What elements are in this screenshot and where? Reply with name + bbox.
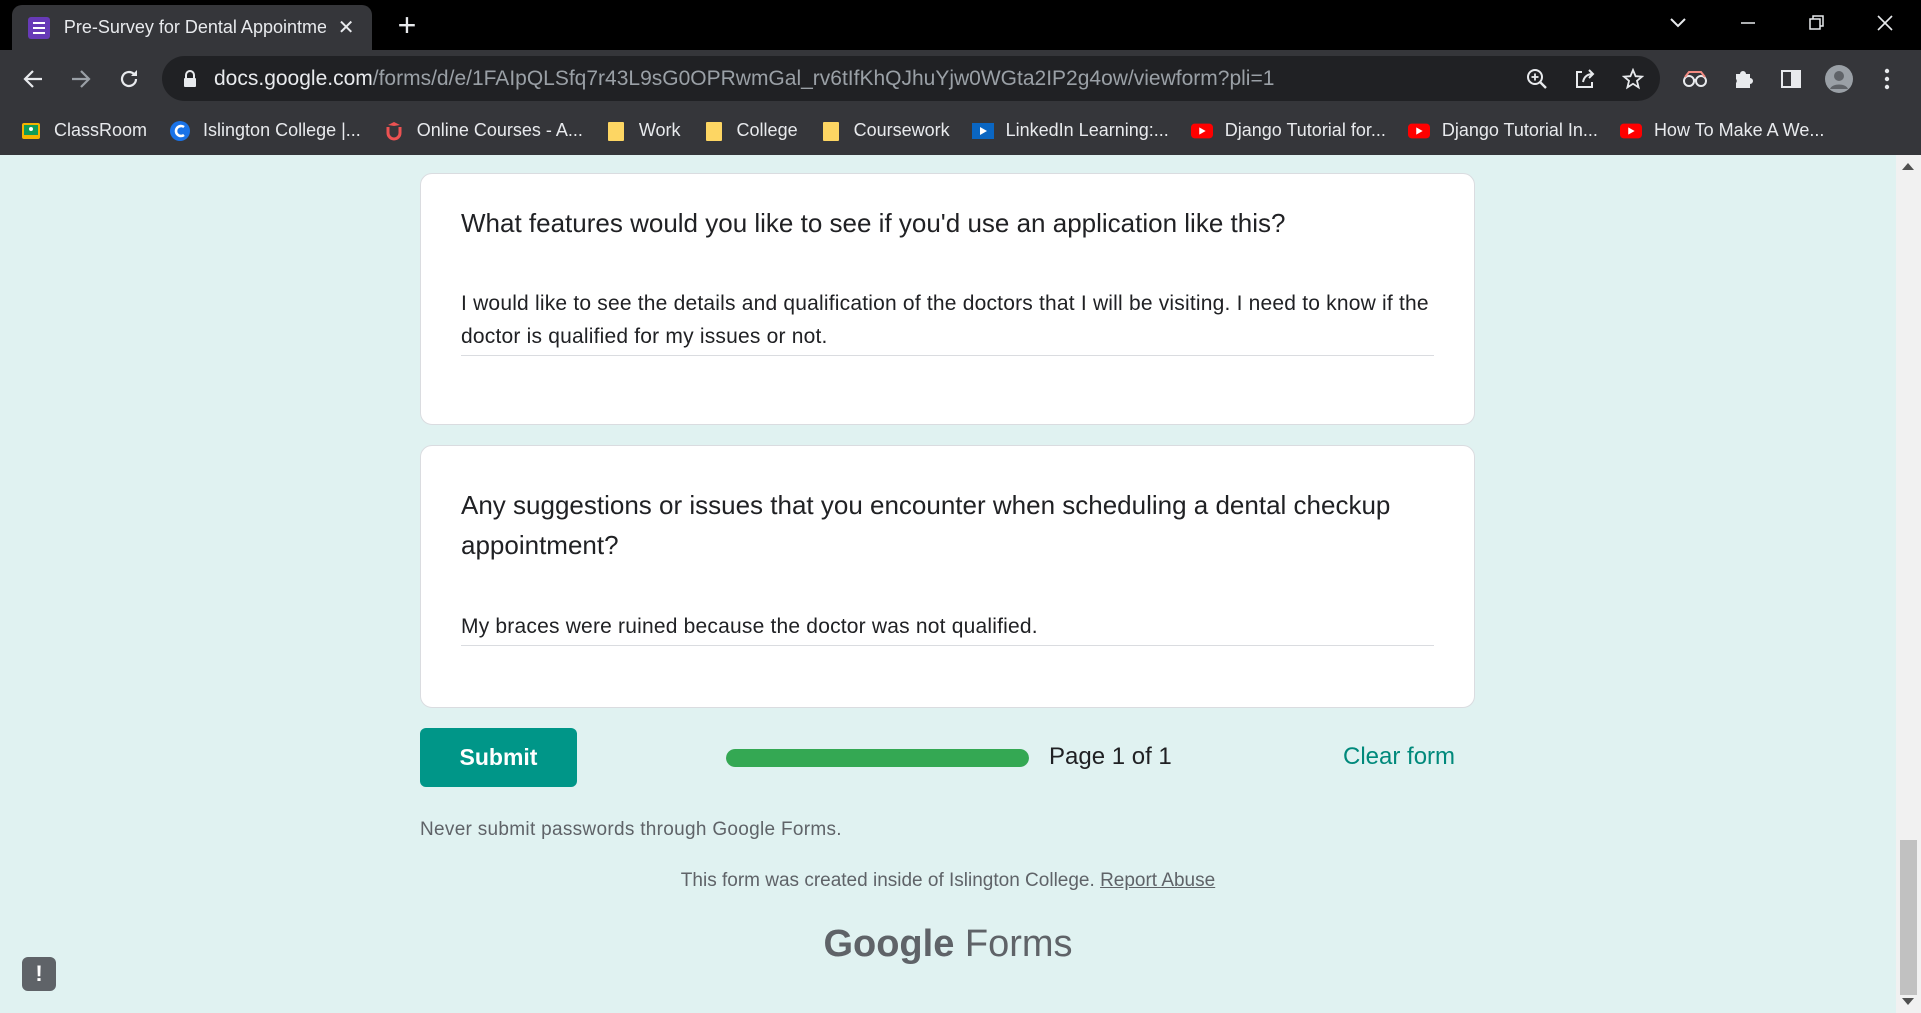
bookmark-item[interactable]: Work — [605, 120, 681, 142]
bookmark-item[interactable]: LinkedIn Learning:... — [971, 120, 1169, 142]
answer-textarea[interactable]: I would like to see the details and qual… — [461, 287, 1434, 356]
bookmark-item[interactable]: College — [703, 120, 798, 142]
brand-forms: Forms — [954, 923, 1073, 965]
bookmark-label: Islington College |... — [203, 120, 361, 140]
scrollbar[interactable] — [1896, 155, 1921, 1013]
progress-bar — [726, 749, 1029, 767]
bookmark-label: Work — [638, 120, 681, 140]
bookmark-star-icon[interactable] — [1616, 62, 1650, 96]
lock-icon[interactable] — [180, 68, 200, 90]
scroll-up-arrow-icon[interactable] — [1902, 163, 1914, 170]
google-forms-favicon-icon — [28, 16, 50, 39]
bookmark-label: Coursework — [853, 120, 950, 140]
scrollbar-thumb[interactable] — [1900, 840, 1917, 995]
question-title: Any suggestions or issues that you encou… — [461, 490, 1391, 560]
folder-icon — [703, 120, 725, 142]
question-card: Any suggestions or issues that you encou… — [420, 445, 1475, 708]
address-bar[interactable]: docs.google.com/forms/d/e/1FAIpQLSfq7r43… — [162, 56, 1660, 101]
back-arrow-icon[interactable] — [16, 62, 50, 96]
restore-icon[interactable] — [1800, 6, 1834, 40]
bookmark-item[interactable]: Online Courses - A... — [383, 120, 583, 142]
menu-kebab-icon[interactable] — [1870, 62, 1904, 96]
bookmark-item[interactable]: ClassRoom — [20, 120, 147, 142]
form-page: What features would you like to see if y… — [0, 155, 1896, 1013]
created-notice: This form was created inside of Islingto… — [0, 870, 1896, 892]
youtube-icon — [1190, 120, 1213, 142]
islington-icon — [169, 120, 191, 142]
bookmark-label: College — [736, 120, 798, 140]
url-path: /forms/d/e/1FAIpQLSfq7r43L9sG0OPRwmGal_r… — [372, 66, 1275, 90]
bookmark-label: LinkedIn Learning:... — [1005, 120, 1169, 140]
clear-form-button[interactable]: Clear form — [1343, 743, 1455, 771]
bookmark-item[interactable]: Django Tutorial for... — [1190, 120, 1386, 142]
created-text: This form was created inside of Islingto… — [680, 870, 1101, 891]
extension-glasses-icon[interactable] — [1678, 62, 1712, 96]
google-forms-logo[interactable]: Google Forms — [0, 923, 1896, 966]
progress-bar-fill — [726, 749, 1029, 767]
folder-icon — [820, 120, 842, 142]
udemy-icon — [383, 120, 405, 142]
extensions-puzzle-icon[interactable] — [1726, 62, 1760, 96]
feedback-icon[interactable]: ! — [22, 957, 56, 991]
tab-strip: Pre-Survey for Dental Appointme ✕ + — [0, 0, 1921, 50]
side-panel-icon[interactable] — [1774, 62, 1808, 96]
submit-button[interactable]: Submit — [420, 728, 577, 787]
answer-input[interactable]: My braces were ruined because the doctor… — [461, 610, 1434, 646]
bookmark-label: Online Courses - A... — [416, 120, 583, 140]
new-tab-button[interactable]: + — [390, 8, 424, 42]
bookmark-item[interactable]: How To Make A We... — [1619, 120, 1825, 142]
tab-title: Pre-Survey for Dental Appointme — [63, 17, 327, 37]
youtube-icon — [1619, 120, 1642, 142]
question-card: What features would you like to see if y… — [420, 173, 1475, 425]
bookmark-label: Django Tutorial In... — [1441, 120, 1598, 140]
bookmark-item[interactable]: Coursework — [820, 120, 950, 142]
password-disclaimer: Never submit passwords through Google Fo… — [420, 819, 842, 840]
share-icon[interactable] — [1568, 62, 1602, 96]
report-abuse-link[interactable]: Report Abuse — [1100, 870, 1215, 891]
browser-chrome: Pre-Survey for Dental Appointme ✕ + docs… — [0, 0, 1921, 155]
reload-icon[interactable] — [112, 62, 146, 96]
bookmark-label: How To Make A We... — [1653, 120, 1825, 140]
scroll-down-arrow-icon[interactable] — [1902, 998, 1914, 1005]
zoom-icon[interactable] — [1520, 62, 1554, 96]
page-indicator: Page 1 of 1 — [1049, 743, 1172, 770]
url-text[interactable]: docs.google.com/forms/d/e/1FAIpQLSfq7r43… — [214, 67, 1274, 91]
url-host: docs.google.com — [214, 66, 373, 90]
question-title: What features would you like to see if y… — [461, 208, 1286, 238]
forward-arrow-icon[interactable] — [64, 62, 98, 96]
bookmark-item[interactable]: Islington College |... — [169, 120, 361, 142]
linkedin-learning-icon — [971, 120, 994, 142]
profile-avatar[interactable] — [1822, 62, 1856, 96]
tab-search-icon[interactable] — [1661, 6, 1695, 40]
bookmark-label: ClassRoom — [54, 120, 148, 140]
classroom-icon — [20, 120, 42, 142]
folder-icon — [605, 120, 627, 142]
close-window-icon[interactable] — [1868, 6, 1902, 40]
bookmarks-bar: ClassRoom Islington College |... Online Co… — [0, 106, 1921, 155]
bookmark-label: Django Tutorial for... — [1224, 120, 1386, 140]
tab-close-icon[interactable]: ✕ — [336, 15, 356, 40]
brand-google: Google — [823, 923, 955, 965]
bookmark-item[interactable]: Django Tutorial In... — [1407, 120, 1598, 142]
browser-toolbar: docs.google.com/forms/d/e/1FAIpQLSfq7r43… — [0, 50, 1921, 106]
minimize-icon[interactable] — [1731, 6, 1765, 40]
youtube-icon — [1407, 120, 1430, 142]
tab-active[interactable]: Pre-Survey for Dental Appointme ✕ — [12, 5, 372, 50]
